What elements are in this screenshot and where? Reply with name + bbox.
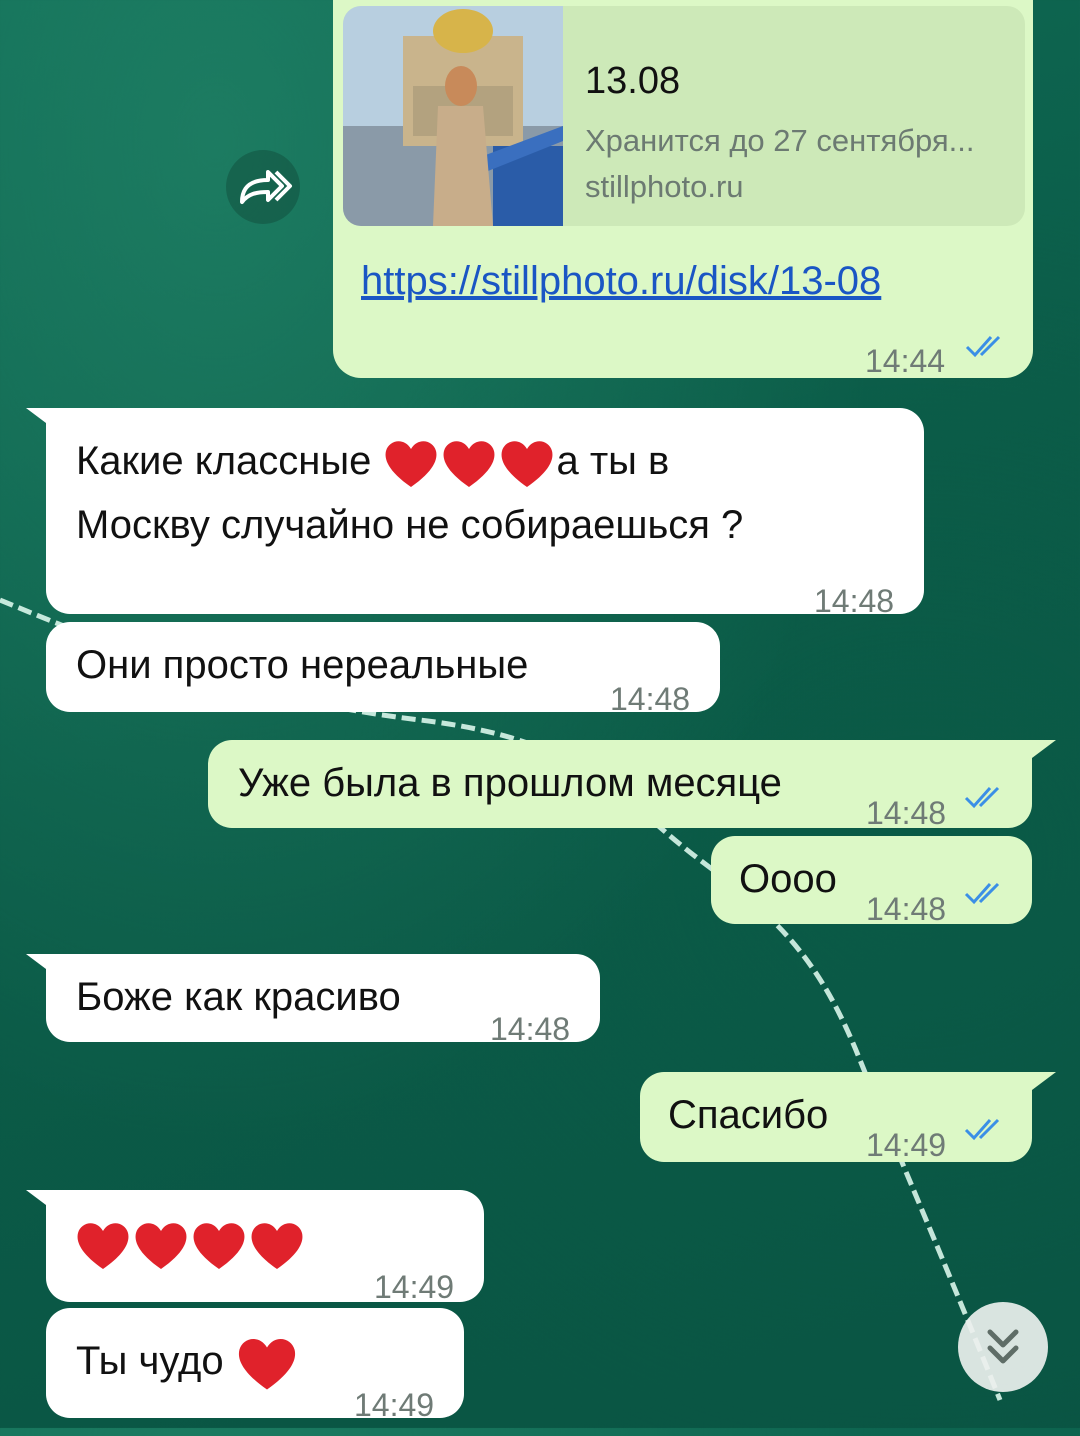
heart-icon [386, 441, 437, 488]
message-link[interactable]: https://stillphoto.ru/disk/13-08 [361, 250, 881, 312]
message-time: 14:48 [610, 681, 691, 717]
outgoing-message-bubble[interactable]: Уже была в прошлом месяце 14:48 [208, 740, 1032, 831]
message-hearts [74, 1212, 306, 1274]
double-check-icon [965, 335, 1001, 358]
message-time: 14:48 [866, 795, 947, 831]
message-text: Они просто нереальные [76, 643, 529, 687]
message-time: 14:49 [354, 1387, 435, 1423]
double-check-icon [964, 882, 1000, 905]
message-time: 14:48 [866, 891, 947, 927]
double-check-icon [964, 786, 1000, 809]
message-time: 14:49 [866, 1127, 947, 1163]
heart-icon [238, 1339, 295, 1390]
bubble-tail [1032, 1072, 1056, 1090]
heart-icon [251, 1223, 303, 1270]
message-time: 14:48 [814, 583, 895, 619]
link-message-bubble[interactable]: 13.08 Хранится до 27 сентября... stillph… [333, 0, 1033, 379]
outgoing-message-bubble[interactable]: Оооо 14:48 [711, 836, 1032, 927]
message-text: Уже была в прошлом месяце [238, 761, 782, 805]
outgoing-message-bubble[interactable]: Спасибо 14:49 [640, 1072, 1032, 1163]
forward-icon [240, 170, 292, 204]
scroll-down-button[interactable] [958, 1302, 1048, 1392]
link-preview-card[interactable]: 13.08 Хранится до 27 сентября... stillph… [343, 6, 1025, 226]
incoming-message-bubble[interactable]: Какие классные а ты в Москву случайно не… [46, 408, 924, 619]
heart-icon [193, 1223, 245, 1270]
message-text-line2: Москву случайно не собираешься ? [76, 503, 744, 547]
message-text: Оооо [739, 857, 837, 901]
incoming-message-bubble[interactable]: Боже как красиво 14:48 [46, 954, 600, 1047]
message-text: Ты чудо [76, 1330, 299, 1394]
double-check-icon [964, 1118, 1000, 1141]
incoming-message-bubble[interactable]: 14:49 [46, 1190, 484, 1305]
heart-icon [444, 441, 495, 488]
bubble-tail [1032, 740, 1056, 758]
message-time: 14:44 [865, 343, 946, 379]
message-text: Какие классные а ты в [76, 430, 669, 492]
link-preview-thumbnail [343, 6, 563, 226]
forward-button[interactable] [226, 150, 300, 224]
heart-icon [135, 1223, 187, 1270]
incoming-message-bubble[interactable]: Они просто нереальные 14:48 [46, 622, 720, 717]
incoming-message-bubble[interactable]: Ты чудо 14:49 [46, 1308, 464, 1423]
double-chevron-down-icon [987, 1329, 1019, 1364]
message-text: Боже как красиво [76, 975, 401, 1019]
message-time: 14:48 [490, 1011, 571, 1047]
link-preview-title: 13.08 [585, 60, 681, 102]
link-preview-domain: stillphoto.ru [585, 169, 744, 204]
heart-icon [502, 441, 553, 488]
message-text: Спасибо [668, 1093, 829, 1137]
heart-icon [77, 1223, 129, 1270]
